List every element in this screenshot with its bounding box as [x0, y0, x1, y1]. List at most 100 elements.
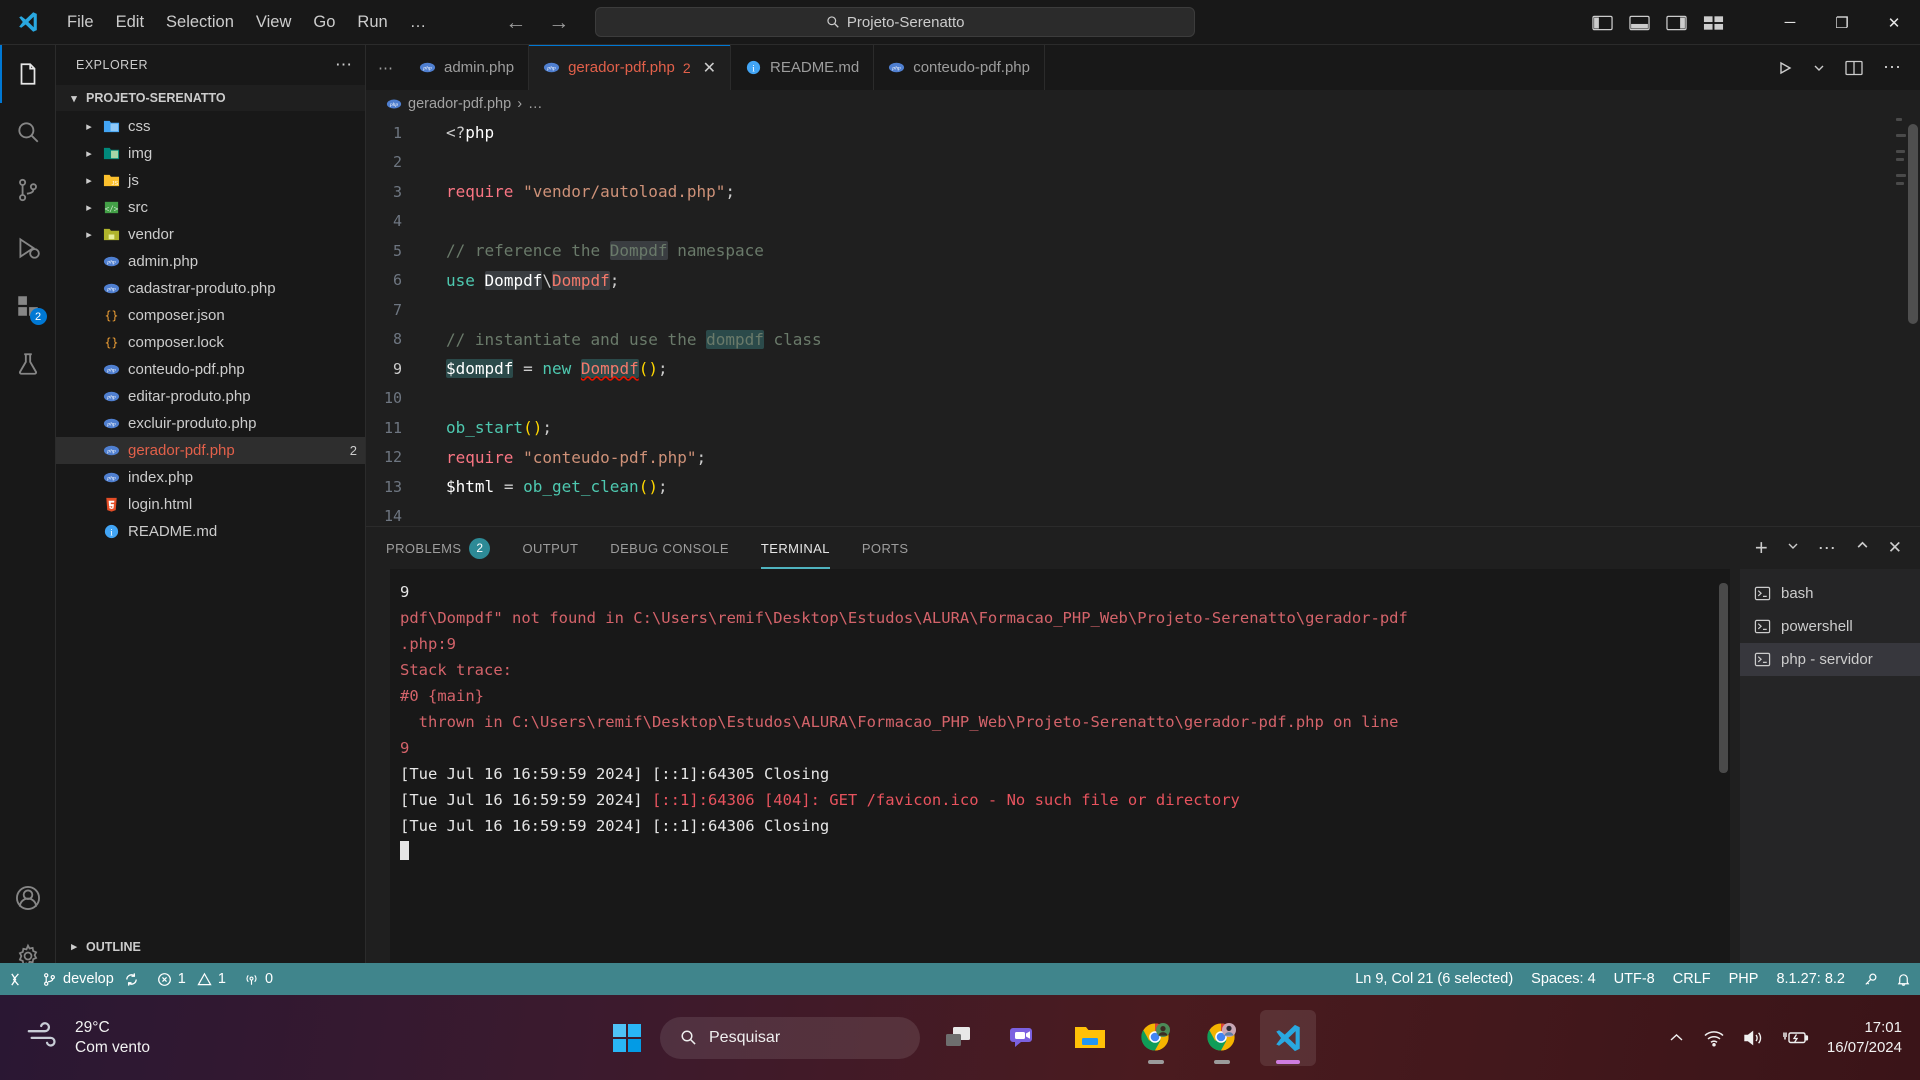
breadcrumb-file[interactable]: gerador-pdf.php — [408, 96, 511, 112]
activity-source-control[interactable] — [0, 161, 56, 219]
run-icon[interactable] — [1777, 60, 1793, 76]
split-editor-icon[interactable] — [1845, 60, 1863, 76]
indentation[interactable]: Spaces: 4 — [1522, 963, 1605, 995]
menu-file[interactable]: File — [56, 9, 105, 36]
toggle-primary-sidebar-icon[interactable] — [1592, 14, 1613, 32]
wifi-icon[interactable] — [1703, 1029, 1725, 1047]
taskview-button[interactable] — [930, 1010, 986, 1066]
menu-go[interactable]: Go — [302, 9, 346, 36]
explorer-more-icon[interactable]: ⋯ — [335, 55, 353, 75]
activity-run-and-debug[interactable] — [0, 219, 56, 277]
file-explorer-button[interactable] — [1062, 1010, 1118, 1066]
close-panel-icon[interactable]: ✕ — [1888, 538, 1902, 558]
taskbar-search[interactable]: Pesquisar — [660, 1016, 920, 1059]
tree-item-js[interactable]: ▸ JS js — [56, 167, 365, 194]
tree-item-excluir-produto-php[interactable]: php excluir-produto.php — [56, 410, 365, 437]
toggle-panel-icon[interactable] — [1629, 14, 1650, 32]
menu-view[interactable]: View — [245, 9, 302, 36]
vscode-taskbar-button[interactable] — [1260, 1009, 1316, 1066]
maximize-button[interactable]: ❐ — [1816, 0, 1868, 45]
terminal-scrollbar[interactable] — [1718, 569, 1730, 995]
new-terminal-icon[interactable]: + — [1755, 537, 1768, 559]
terminal-scrollbar-thumb[interactable] — [1719, 583, 1728, 773]
tab-conteudo-pdf-php[interactable]: php conteudo-pdf.php — [874, 45, 1045, 90]
battery-charging-icon[interactable] — [1783, 1029, 1809, 1047]
close-button[interactable]: ✕ — [1868, 0, 1920, 45]
terminal-list-item-powershell[interactable]: powershell — [1740, 610, 1920, 643]
outline-section[interactable]: ▸ OUTLINE — [56, 933, 365, 960]
encoding[interactable]: UTF-8 — [1605, 963, 1664, 995]
eol[interactable]: CRLF — [1664, 963, 1720, 995]
panel-tab-output[interactable]: OUTPUT — [522, 527, 578, 569]
language-mode[interactable]: PHP — [1720, 963, 1768, 995]
tree-item-admin-php[interactable]: php admin.php — [56, 248, 365, 275]
tree-item-img[interactable]: ▸ img — [56, 140, 365, 167]
menu-edit[interactable]: Edit — [105, 9, 155, 36]
chat-button[interactable] — [996, 1010, 1052, 1066]
terminal-output[interactable]: 9 pdf\Dompdf" not found in C:\Users\remi… — [390, 569, 1730, 995]
ports-button[interactable]: 0 — [235, 963, 282, 995]
notifications-button[interactable] — [1887, 963, 1920, 995]
tree-item-composer-json[interactable]: {} composer.json — [56, 302, 365, 329]
tree-item-gerador-pdf-php[interactable]: php gerador-pdf.php 2 — [56, 437, 365, 464]
tree-item-readme-md[interactable]: i README.md — [56, 518, 365, 545]
toggle-secondary-sidebar-icon[interactable] — [1666, 14, 1687, 32]
folder-section-header[interactable]: ▾ PROJETO-SERENATTO — [56, 85, 365, 111]
more-actions-icon[interactable]: ⋯ — [1883, 57, 1902, 78]
tree-item-login-html[interactable]: login.html — [56, 491, 365, 518]
tree-item-css[interactable]: ▸ css — [56, 113, 365, 140]
taskbar-clock[interactable]: 17:01 16/07/2024 — [1827, 1018, 1902, 1057]
volume-icon[interactable] — [1743, 1029, 1765, 1047]
remote-window-button[interactable] — [0, 963, 33, 995]
tree-item-composer-lock[interactable]: {} composer.lock — [56, 329, 365, 356]
editor-scrollbar-thumb[interactable] — [1908, 124, 1918, 324]
chevron-down-icon[interactable] — [1787, 539, 1799, 557]
panel-tab-problems[interactable]: PROBLEMS 2 — [386, 527, 491, 569]
activity-extensions[interactable]: 2 — [0, 277, 56, 335]
tree-item-index-php[interactable]: php index.php — [56, 464, 365, 491]
tree-item-cadastrar-produto-php[interactable]: php cadastrar-produto.php — [56, 275, 365, 302]
panel-tab-debug-console[interactable]: DEBUG CONSOLE — [610, 527, 729, 569]
chrome-profile-2-button[interactable] — [1194, 1010, 1250, 1066]
branch-button[interactable]: develop — [33, 963, 148, 995]
tree-item-editar-produto-php[interactable]: php editar-produto.php — [56, 383, 365, 410]
menu-run[interactable]: Run — [346, 9, 398, 36]
beaker-icon — [18, 353, 37, 375]
back-arrow-icon[interactable]: ← — [505, 12, 526, 33]
quick-search-input[interactable]: Projeto-Serenatto — [595, 7, 1196, 37]
chrome-profile-1-button[interactable] — [1128, 1010, 1184, 1066]
tab-gerador-pdf-php[interactable]: php gerador-pdf.php 2 ✕ — [529, 45, 732, 90]
activity-explorer[interactable] — [0, 45, 56, 103]
more-actions-icon[interactable]: ⋯ — [1818, 538, 1837, 559]
panel-tab-terminal[interactable]: TERMINAL — [760, 527, 830, 569]
php-version[interactable]: 8.1.27: 8.2 — [1767, 963, 1854, 995]
start-button[interactable] — [604, 1015, 650, 1061]
svg-text:php: php — [106, 475, 116, 481]
maximize-panel-icon[interactable] — [1856, 539, 1869, 557]
tree-item-src[interactable]: ▸ </> src — [56, 194, 365, 221]
activity-accounts[interactable] — [0, 869, 56, 927]
customize-layout-icon[interactable] — [1703, 14, 1724, 32]
show-hidden-icons-button[interactable] — [1668, 1031, 1685, 1045]
terminal-list-item-php-servidor[interactable]: php - servidor — [1740, 643, 1920, 676]
activity-testing[interactable] — [0, 335, 56, 393]
activity-search[interactable] — [0, 103, 56, 161]
menu-selection[interactable]: Selection — [155, 9, 245, 36]
breadcrumb-symbol[interactable]: … — [528, 96, 543, 112]
tab-admin-php[interactable]: php admin.php — [405, 45, 530, 90]
panel-tab-ports[interactable]: PORTS — [862, 527, 909, 569]
tree-item-vendor[interactable]: ▸ vendor — [56, 221, 365, 248]
intellicode-button[interactable] — [1854, 963, 1887, 995]
problems-button[interactable]: 1 1 — [148, 963, 235, 995]
tab-overflow-icon[interactable]: ⋯ — [366, 45, 405, 90]
chevron-down-icon[interactable] — [1813, 62, 1825, 74]
tab-close-icon[interactable]: ✕ — [703, 58, 716, 78]
tab-readme-md[interactable]: i README.md — [731, 45, 875, 90]
menu-more[interactable]: … — [399, 9, 438, 36]
tree-item-conteudo-pdf-php[interactable]: php conteudo-pdf.php — [56, 356, 365, 383]
minimize-button[interactable]: ─ — [1764, 0, 1816, 45]
forward-arrow-icon[interactable]: → — [548, 12, 569, 33]
terminal-list-item-bash[interactable]: bash — [1740, 577, 1920, 610]
weather-widget[interactable]: 29°C Com vento — [0, 1018, 150, 1057]
cursor-position[interactable]: Ln 9, Col 21 (6 selected) — [1346, 963, 1522, 995]
